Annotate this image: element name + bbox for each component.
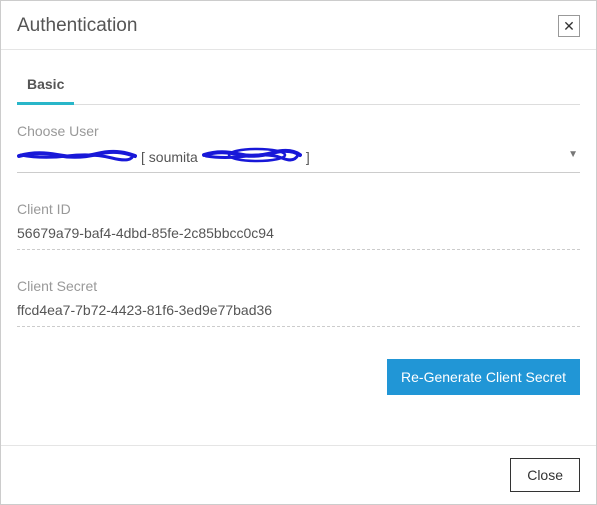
modal-body: Basic Choose User [ soumita <box>1 50 596 423</box>
client-secret-label: Client Secret <box>17 278 580 294</box>
actions-row: Re-Generate Client Secret <box>17 355 580 413</box>
redacted-name-2 <box>202 147 302 166</box>
choose-user-visible-text: [ soumita <box>141 149 198 165</box>
client-id-field: Client ID 56679a79-baf4-4dbd-85fe-2c85bb… <box>17 201 580 250</box>
tab-basic[interactable]: Basic <box>17 68 74 105</box>
choose-user-field: Choose User [ soumita ] <box>17 123 580 173</box>
choose-user-value: [ soumita ] <box>17 147 580 166</box>
close-button[interactable]: Close <box>510 458 580 492</box>
regenerate-client-secret-button[interactable]: Re-Generate Client Secret <box>387 359 580 395</box>
close-icon-button[interactable]: ✕ <box>558 15 580 37</box>
client-secret-field: Client Secret ffcd4ea7-7b72-4423-81f6-3e… <box>17 278 580 327</box>
client-id-value: 56679a79-baf4-4dbd-85fe-2c85bbcc0c94 <box>17 225 580 250</box>
choose-user-select[interactable]: [ soumita ] ▼ <box>17 147 580 173</box>
close-icon: ✕ <box>563 19 575 33</box>
tabs: Basic <box>17 68 580 105</box>
modal-footer: Close <box>1 445 596 504</box>
choose-user-closing-bracket: ] <box>306 149 310 165</box>
redacted-name-1 <box>17 147 137 166</box>
choose-user-label: Choose User <box>17 123 580 139</box>
client-secret-value: ffcd4ea7-7b72-4423-81f6-3ed9e77bad36 <box>17 302 580 327</box>
chevron-down-icon: ▼ <box>568 149 578 160</box>
modal-header: Authentication ✕ <box>1 1 596 50</box>
client-id-label: Client ID <box>17 201 580 217</box>
modal-title: Authentication <box>17 15 137 37</box>
